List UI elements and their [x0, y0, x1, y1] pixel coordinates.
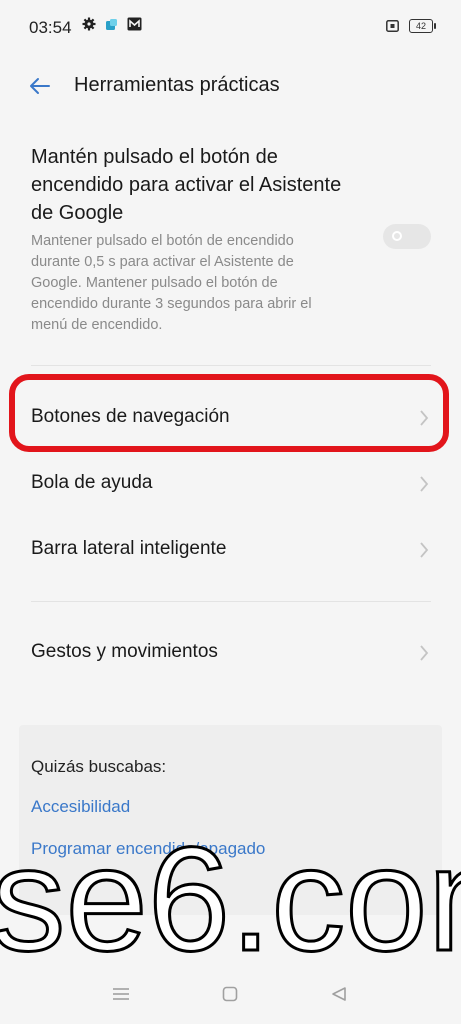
- home-icon[interactable]: [222, 986, 238, 1002]
- nfc-icon: [386, 20, 399, 32]
- row-label: Bola de ayuda: [31, 472, 153, 493]
- row-gestures[interactable]: Gestos y movimientos: [0, 623, 461, 683]
- status-bar: 03:54 42: [0, 0, 461, 56]
- gear-icon: [82, 17, 96, 31]
- menu-icon[interactable]: [112, 986, 130, 1002]
- toggle-knob: [392, 231, 402, 241]
- status-icons: [82, 17, 142, 31]
- status-time: 03:54: [29, 18, 72, 37]
- row-help-ball[interactable]: Bola de ayuda: [0, 454, 461, 514]
- power-assistant-setting-description: Mantener pulsado el botón de encendido d…: [31, 233, 312, 333]
- row-label: Gestos y movimientos: [31, 641, 218, 662]
- chevron-right-icon: [420, 645, 429, 661]
- watermark-text: bse6.com: [0, 817, 461, 980]
- power-assistant-setting-title: Mantén pulsado el botón de encendido par…: [31, 146, 342, 224]
- chevron-right-icon: [420, 542, 429, 558]
- app-notification-icon: [106, 18, 117, 30]
- suggestions-heading: Quizás buscabas:: [31, 757, 167, 776]
- gallery-notification-icon: [127, 17, 142, 31]
- row-label: Barra lateral inteligente: [31, 538, 227, 559]
- watermark: bse6.com: [0, 816, 461, 981]
- system-nav-bar: [0, 970, 461, 1024]
- power-assistant-toggle[interactable]: [383, 224, 431, 249]
- status-right: 42: [386, 19, 436, 33]
- highlight-annotation: [9, 374, 449, 452]
- battery-icon: 42: [409, 19, 436, 33]
- back-arrow-icon[interactable]: [28, 74, 52, 98]
- page-title: Herramientas prácticas: [74, 74, 280, 96]
- back-triangle-icon[interactable]: [331, 986, 347, 1002]
- divider: [31, 601, 431, 602]
- row-smart-sidebar[interactable]: Barra lateral inteligente: [0, 520, 461, 580]
- chevron-right-icon: [420, 476, 429, 492]
- divider: [31, 365, 431, 366]
